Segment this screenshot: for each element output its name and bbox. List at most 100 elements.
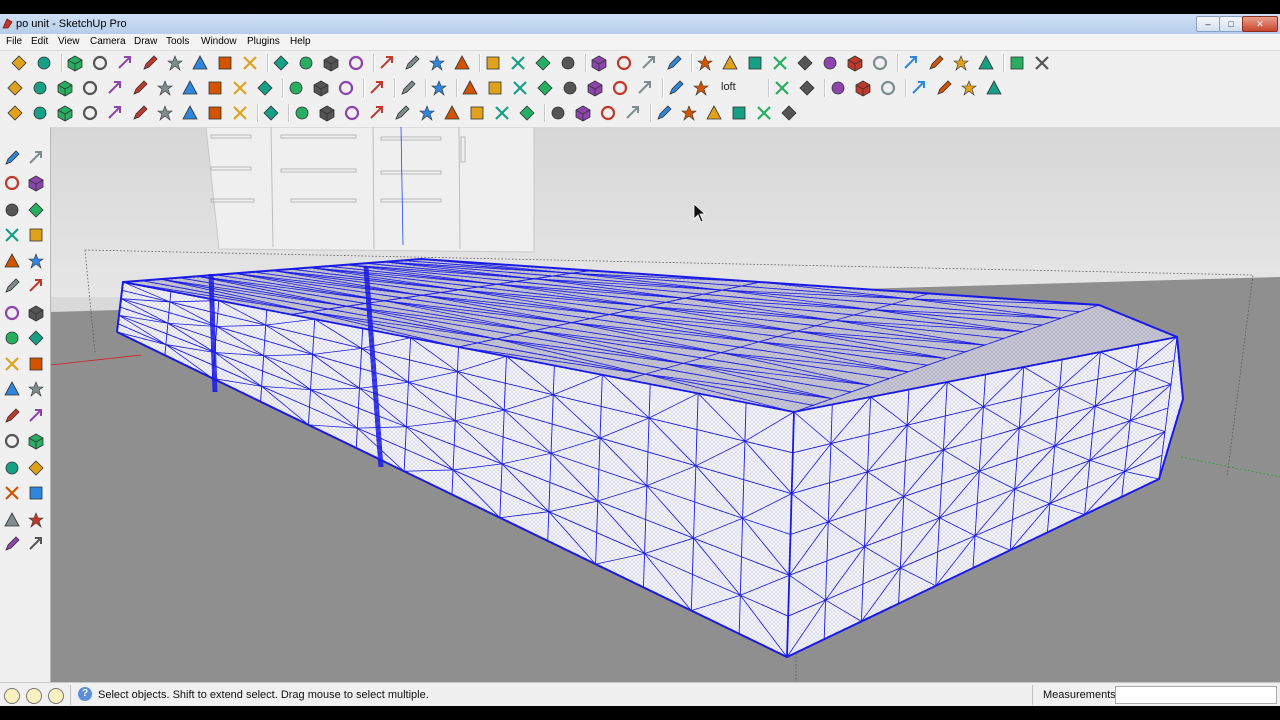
rotate-icon[interactable] — [3, 304, 21, 322]
line-icon[interactable] — [27, 201, 45, 219]
row1-tool-8-icon[interactable] — [191, 54, 209, 72]
row3-tool-19-icon[interactable] — [468, 104, 486, 122]
tape-measure-icon[interactable] — [3, 355, 21, 373]
previous-icon[interactable] — [27, 484, 45, 502]
row1-tool-11-icon[interactable] — [272, 54, 290, 72]
row1-tool-9-icon[interactable] — [216, 54, 234, 72]
row1-tool-24-icon[interactable] — [615, 54, 633, 72]
row1-tool-25-icon[interactable] — [640, 54, 658, 72]
row1-tool-2-icon[interactable] — [35, 54, 53, 72]
row1-tool-23-icon[interactable] — [590, 54, 608, 72]
select-icon[interactable] — [3, 149, 21, 167]
row3-tool-17-icon[interactable] — [418, 104, 436, 122]
row1-tool-19-icon[interactable] — [484, 54, 502, 72]
row3-tool-2-icon[interactable] — [31, 104, 49, 122]
row2-tool-37-icon[interactable] — [960, 79, 978, 97]
row3-tool-27-icon[interactable] — [680, 104, 698, 122]
row1-tool-18-icon[interactable] — [453, 54, 471, 72]
row2-tool-18-icon[interactable] — [461, 79, 479, 97]
row3-tool-10-icon[interactable] — [231, 104, 249, 122]
paint-bucket-icon[interactable] — [3, 174, 21, 192]
row2-tool-10-icon[interactable] — [231, 79, 249, 97]
row1-tool-29-icon[interactable] — [746, 54, 764, 72]
row3-tool-11-icon[interactable] — [262, 104, 280, 122]
row1-tool-27-icon[interactable] — [696, 54, 714, 72]
row2-tool-20-icon[interactable] — [511, 79, 529, 97]
row2-tool-32-icon[interactable] — [829, 79, 847, 97]
arc-icon[interactable] — [27, 226, 45, 244]
row2-tool-36-icon[interactable] — [935, 79, 953, 97]
dimension-icon[interactable] — [27, 355, 45, 373]
row2-tool-30-icon[interactable] — [773, 79, 791, 97]
rectangle-icon[interactable] — [3, 201, 21, 219]
row1-tool-1-icon[interactable] — [10, 54, 28, 72]
row3-tool-7-icon[interactable] — [156, 104, 174, 122]
row2-tool-11-icon[interactable] — [256, 79, 274, 97]
text-icon[interactable] — [27, 380, 45, 398]
maximize-button[interactable]: □ — [1219, 16, 1243, 32]
row2-tool-35-icon[interactable] — [910, 79, 928, 97]
row2-tool-19-icon[interactable] — [486, 79, 504, 97]
row3-tool-28-icon[interactable] — [705, 104, 723, 122]
row2-tool-26-icon[interactable] — [667, 79, 685, 97]
zoom-icon[interactable] — [3, 459, 21, 477]
row1-tool-22-icon[interactable] — [559, 54, 577, 72]
row2-tool-17-icon[interactable] — [430, 79, 448, 97]
row2-tool-1-icon[interactable] — [6, 79, 24, 97]
scale-icon[interactable] — [3, 329, 21, 347]
loft-button[interactable]: loft — [721, 81, 736, 93]
row2-tool-2-icon[interactable] — [31, 79, 49, 97]
row2-tool-14-icon[interactable] — [337, 79, 355, 97]
model-viewport[interactable] — [51, 127, 1280, 682]
row3-tool-22-icon[interactable] — [549, 104, 567, 122]
row1-tool-28-icon[interactable] — [721, 54, 739, 72]
row1-tool-33-icon[interactable] — [846, 54, 864, 72]
offset-icon[interactable] — [27, 329, 45, 347]
row1-tool-3-icon[interactable] — [66, 54, 84, 72]
menu-view[interactable]: View — [58, 36, 80, 47]
follow-me-icon[interactable] — [27, 304, 45, 322]
row2-tool-9-icon[interactable] — [206, 79, 224, 97]
row1-tool-32-icon[interactable] — [821, 54, 839, 72]
row1-tool-35-icon[interactable] — [902, 54, 920, 72]
help-icon[interactable]: ? — [78, 687, 92, 701]
row3-tool-15-icon[interactable] — [368, 104, 386, 122]
row1-tool-26-icon[interactable] — [665, 54, 683, 72]
row2-tool-5-icon[interactable] — [106, 79, 124, 97]
row1-tool-5-icon[interactable] — [116, 54, 134, 72]
row2-tool-38-icon[interactable] — [985, 79, 1003, 97]
row2-tool-16-icon[interactable] — [399, 79, 417, 97]
row3-tool-20-icon[interactable] — [493, 104, 511, 122]
menu-file[interactable]: File — [6, 36, 22, 47]
menu-plugins[interactable]: Plugins — [247, 36, 280, 47]
row1-tool-7-icon[interactable] — [166, 54, 184, 72]
row2-tool-34-icon[interactable] — [879, 79, 897, 97]
row1-tool-38-icon[interactable] — [977, 54, 995, 72]
row1-tool-16-icon[interactable] — [403, 54, 421, 72]
walk-icon[interactable] — [3, 535, 21, 553]
row1-tool-30-icon[interactable] — [771, 54, 789, 72]
row1-tool-20-icon[interactable] — [509, 54, 527, 72]
menu-draw[interactable]: Draw — [134, 36, 157, 47]
protractor-icon[interactable] — [3, 380, 21, 398]
row1-tool-13-icon[interactable] — [322, 54, 340, 72]
row3-tool-24-icon[interactable] — [599, 104, 617, 122]
row2-tool-15-icon[interactable] — [368, 79, 386, 97]
row1-tool-37-icon[interactable] — [952, 54, 970, 72]
menu-edit[interactable]: Edit — [31, 36, 48, 47]
section-plane-icon[interactable] — [27, 535, 45, 553]
credits-icon[interactable] — [26, 688, 42, 704]
row1-tool-36-icon[interactable] — [927, 54, 945, 72]
row1-tool-12-icon[interactable] — [297, 54, 315, 72]
row3-tool-23-icon[interactable] — [574, 104, 592, 122]
row3-tool-13-icon[interactable] — [318, 104, 336, 122]
measurements-input[interactable] — [1115, 686, 1277, 704]
row1-tool-39-icon[interactable] — [1008, 54, 1026, 72]
eraser-icon[interactable] — [27, 174, 45, 192]
axes-icon[interactable] — [3, 407, 21, 425]
row2-tool-25-icon[interactable] — [636, 79, 654, 97]
pan-icon[interactable] — [27, 432, 45, 450]
orbit-icon[interactable] — [3, 432, 21, 450]
menu-camera[interactable]: Camera — [90, 36, 126, 47]
row3-tool-14-icon[interactable] — [343, 104, 361, 122]
